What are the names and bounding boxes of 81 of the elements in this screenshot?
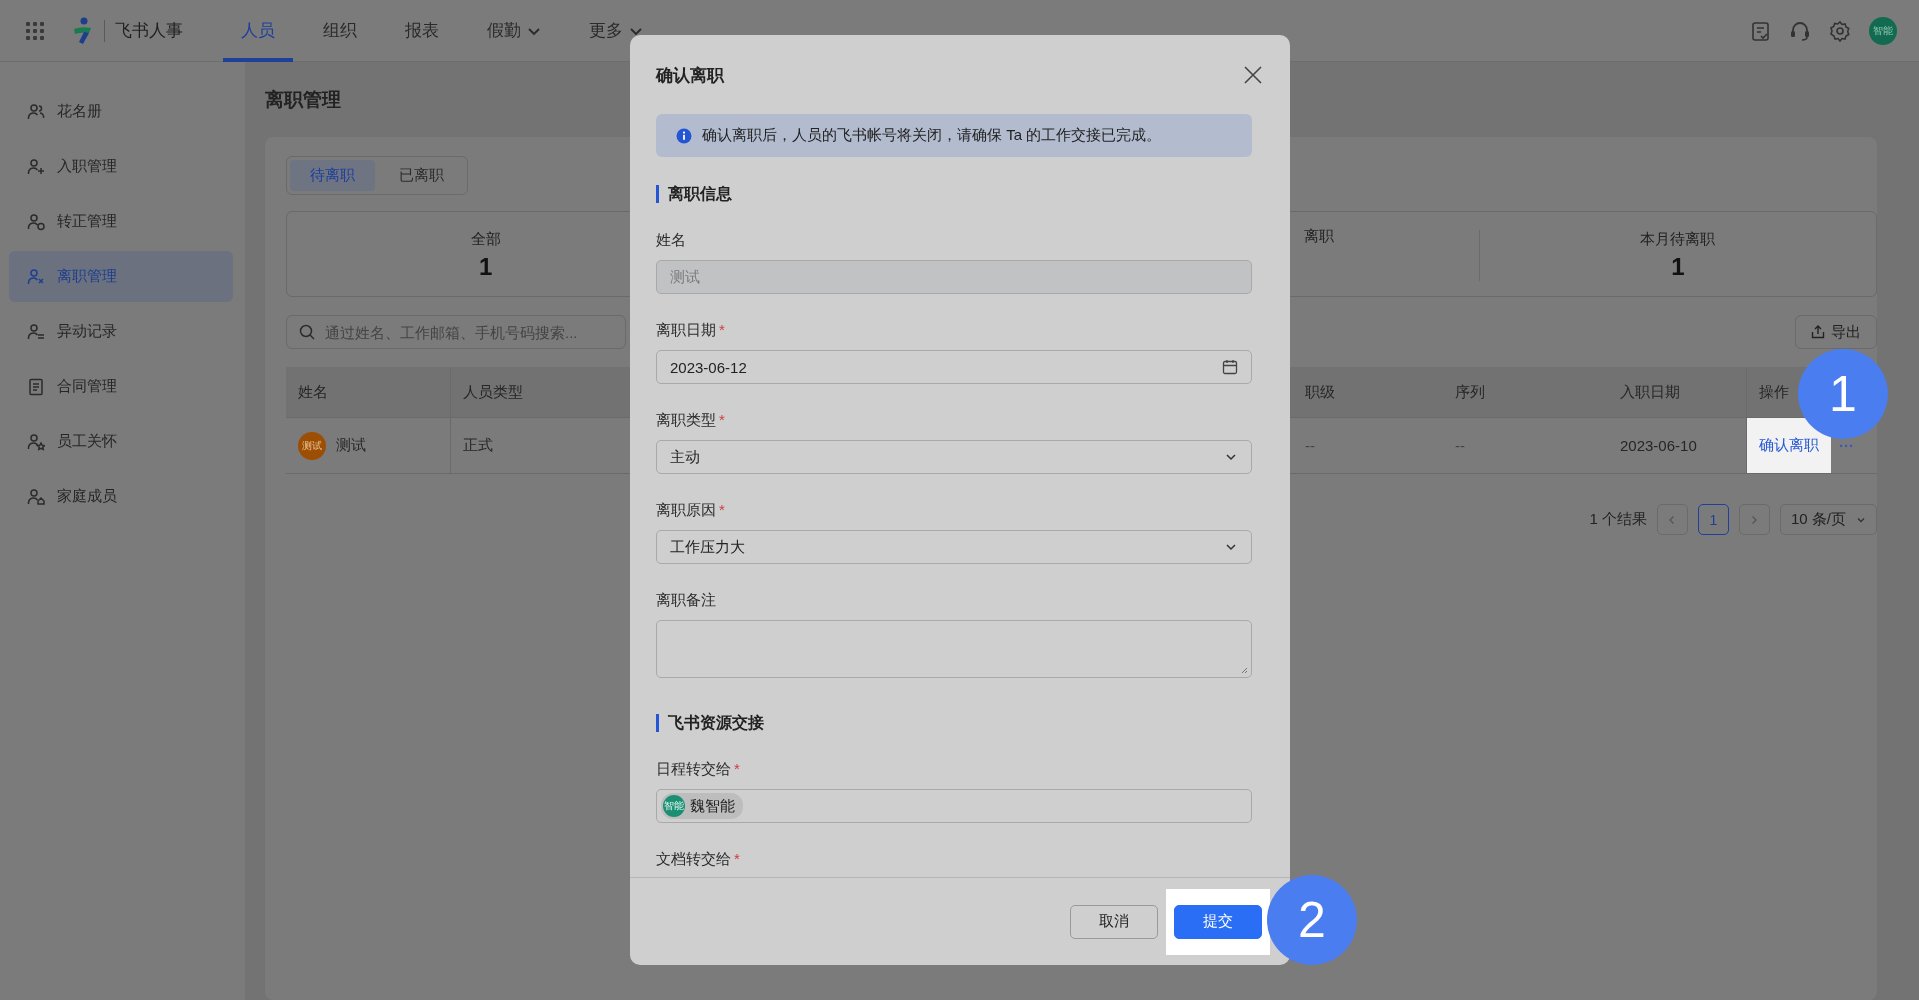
required-mark: * [734, 759, 740, 779]
required-mark: * [719, 500, 725, 520]
field-label: 文档转交给 [656, 849, 731, 869]
table-cell: 测试 [336, 436, 366, 455]
export-icon [1811, 325, 1825, 339]
stat-value: 1 [1671, 253, 1685, 281]
resize-grip-icon[interactable] [1240, 666, 1248, 674]
table-cell: -- [1305, 437, 1315, 454]
close-icon[interactable] [1244, 66, 1262, 84]
app-name: 飞书人事 [115, 20, 183, 42]
person-icon [27, 322, 45, 341]
stat-value: 1 [478, 253, 493, 281]
column-header: 职级 [1304, 381, 1336, 402]
user-avatar[interactable]: 智能 [1869, 16, 1897, 45]
field-label: 离职类型 [656, 410, 716, 430]
sidebar-item[interactable]: 入职管理 [9, 141, 233, 192]
sidebar-item[interactable]: 转正管理 [9, 196, 233, 247]
section-title: 飞书资源交接 [668, 714, 764, 731]
result-count: 1 个结果 [1589, 510, 1647, 529]
person-icon [27, 432, 45, 451]
column-header: 姓名 [286, 367, 451, 417]
person-icon [27, 487, 45, 506]
required-mark: * [734, 849, 740, 869]
person-icon [27, 157, 45, 176]
sidebar-item[interactable]: 合同管理 [9, 361, 233, 412]
person-icon [27, 212, 45, 231]
search-icon [299, 324, 315, 340]
employee-avatar: 测试 [298, 431, 326, 460]
sidebar-item[interactable]: 员工关怀 [9, 416, 233, 467]
confirm-resign-link[interactable]: 确认离职 [1747, 418, 1831, 473]
person-icon [27, 267, 45, 286]
info-icon [676, 127, 692, 144]
document-icon [27, 377, 45, 396]
page-size-select[interactable]: 10 条/页 [1779, 504, 1877, 535]
required-mark: * [719, 320, 725, 340]
cancel-button[interactable]: 取消 [1070, 904, 1158, 939]
status-tab[interactable]: 待离职 [290, 160, 375, 191]
nav-tab[interactable]: 假勤 [469, 0, 559, 62]
settings-icon[interactable] [1829, 19, 1851, 42]
field-label: 离职日期 [656, 320, 716, 340]
table-cell: -- [1455, 437, 1465, 454]
section-title: 离职信息 [668, 185, 732, 202]
field-label: 离职原因 [656, 500, 716, 520]
stat-label: 全部 [470, 230, 501, 249]
calendar-icon [1222, 359, 1238, 375]
sidebar-item[interactable]: 异动记录 [9, 306, 233, 357]
table-cell: 2023-06-10 [1620, 437, 1697, 454]
apps-grid-icon[interactable] [25, 20, 45, 41]
nav-tab[interactable]: 更多 [571, 0, 661, 62]
date-field[interactable]: 2023-06-12 [656, 350, 1252, 384]
headset-icon[interactable] [1789, 19, 1811, 42]
select-field[interactable]: 工作压力大 [656, 530, 1252, 564]
select-field[interactable]: 主动 [656, 440, 1252, 474]
table-cell: 正式 [463, 436, 493, 455]
person-picker-field[interactable]: 智能 魏智能 [656, 789, 1252, 823]
sidebar-item[interactable]: 家庭成员 [9, 471, 233, 522]
alert-text: 确认离职后，人员的飞书帐号将关闭，请确保 Ta 的工作交接已完成。 [702, 126, 1162, 145]
column-header: 人员类型 [462, 381, 524, 402]
page-title: 离职管理 [265, 87, 341, 112]
field-label: 姓名 [656, 230, 686, 250]
stat-label: 离职 [1303, 227, 1334, 246]
page-button[interactable]: 1 [1697, 504, 1729, 535]
clipboard-check-icon[interactable] [1751, 19, 1771, 42]
nav-tab[interactable]: 组织 [305, 0, 375, 62]
sidebar-item[interactable]: 花名册 [9, 86, 233, 137]
people-icon [27, 102, 45, 121]
stat-label: 本月待离职 [1640, 230, 1716, 249]
person-tag: 智能 魏智能 [661, 793, 743, 819]
status-tab[interactable]: 已离职 [379, 160, 464, 191]
dialog-title: 确认离职 [656, 64, 724, 87]
column-header: 入职日期 [1619, 381, 1681, 402]
field-label: 离职备注 [656, 590, 716, 610]
nav-tab[interactable]: 报表 [387, 0, 457, 62]
required-mark: * [719, 410, 725, 430]
remarks-field[interactable] [656, 620, 1252, 678]
column-header: 序列 [1454, 381, 1486, 402]
submit-button[interactable]: 提交 [1174, 904, 1262, 939]
field-label: 日程转交给 [656, 759, 731, 779]
export-button[interactable]: 导出 [1795, 315, 1877, 349]
logo-icon [72, 16, 94, 45]
sidebar-item[interactable]: 离职管理 [9, 251, 233, 302]
